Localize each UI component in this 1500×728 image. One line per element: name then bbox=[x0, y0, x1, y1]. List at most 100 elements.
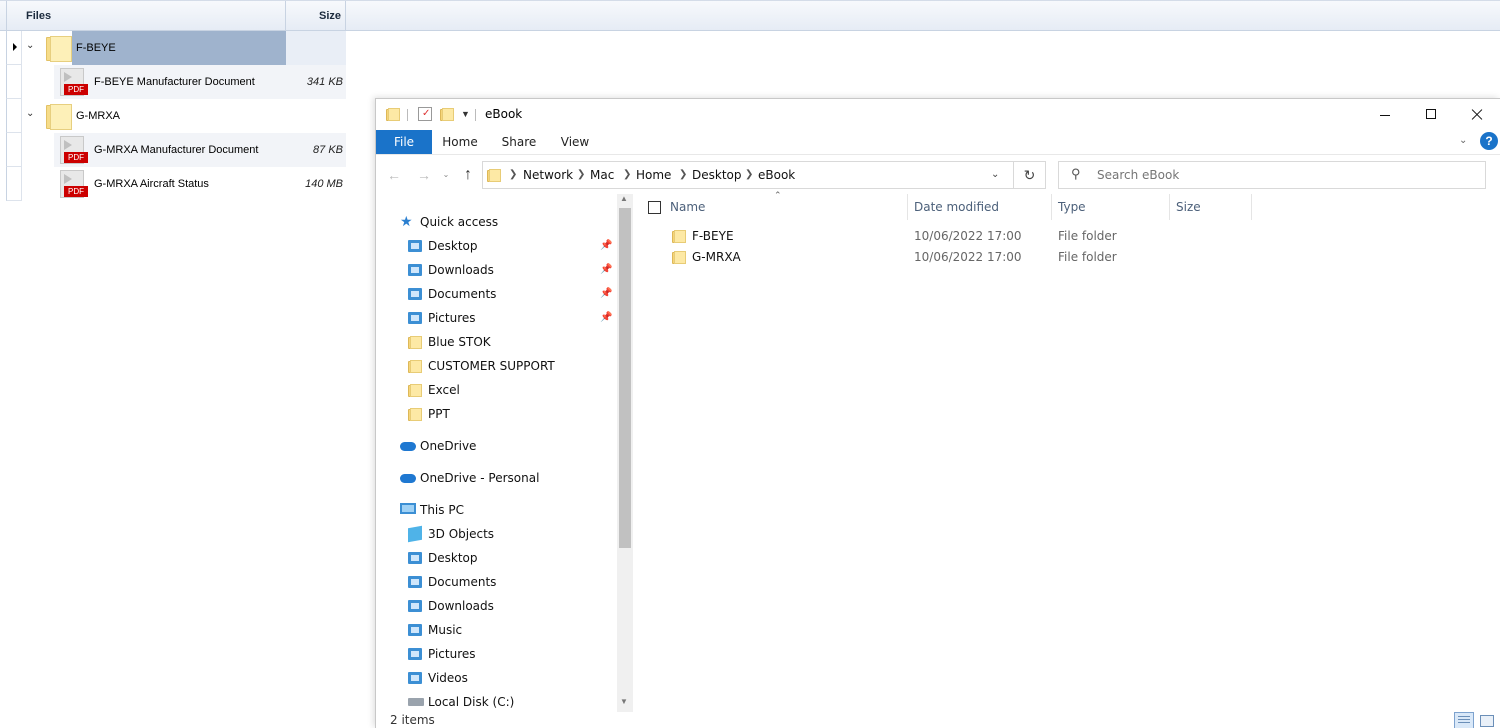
details-view-button[interactable] bbox=[1454, 712, 1474, 728]
file-list: ⌃ Name Date modified Type Size F-BEYE 10… bbox=[634, 190, 1500, 712]
breadcrumb-home[interactable]: Home bbox=[636, 162, 671, 188]
pin-icon[interactable]: 📌 bbox=[600, 282, 612, 306]
nav-label: Desktop bbox=[428, 239, 478, 253]
navigation-bar: ← ⌄ → ↑ ❯ Network ❯ Mac ❯ Home ❯ Desktop… bbox=[376, 154, 1500, 194]
divider bbox=[475, 109, 476, 121]
select-all-checkbox[interactable] bbox=[648, 201, 661, 214]
files-column-header[interactable]: Files bbox=[6, 1, 286, 31]
nav-label: Desktop bbox=[428, 551, 478, 565]
scrollbar-thumb[interactable] bbox=[619, 208, 631, 548]
pin-icon[interactable]: 📌 bbox=[600, 306, 612, 330]
customize-toolbar-chevron-icon[interactable]: ▼ bbox=[461, 109, 470, 119]
search-icon: ⚲ bbox=[1071, 166, 1081, 181]
column-header-type[interactable]: Type bbox=[1052, 194, 1170, 220]
desktop-icon bbox=[408, 552, 422, 564]
nav-label: Videos bbox=[428, 671, 468, 685]
nav-item-pictures[interactable]: Pictures 📌 bbox=[408, 306, 618, 330]
documents-icon bbox=[408, 288, 422, 300]
row-indicator bbox=[6, 31, 22, 65]
breadcrumb-desktop[interactable]: Desktop bbox=[692, 162, 742, 188]
folder-icon bbox=[44, 101, 74, 131]
refresh-icon: ↻ bbox=[1023, 167, 1036, 183]
nav-label: OneDrive bbox=[420, 439, 477, 453]
properties-icon[interactable]: ✓ bbox=[418, 107, 432, 121]
breadcrumb-mac[interactable]: Mac bbox=[590, 162, 614, 188]
column-header-name[interactable]: Name bbox=[664, 194, 908, 220]
nav-label: CUSTOMER SUPPORT bbox=[428, 359, 555, 373]
column-header-date-modified[interactable]: Date modified bbox=[908, 194, 1052, 220]
chevron-down-icon[interactable]: ⌄ bbox=[26, 109, 36, 119]
status-bar: 2 items bbox=[376, 712, 1500, 728]
chevron-down-icon[interactable]: ▼ bbox=[620, 697, 628, 706]
desktop-icon bbox=[408, 240, 422, 252]
file-row-f-beye[interactable]: F-BEYE 10/06/2022 17:00 File folder bbox=[664, 226, 1224, 247]
file-date: 10/06/2022 17:00 bbox=[914, 229, 1022, 243]
breadcrumb-ebook[interactable]: eBook bbox=[758, 162, 795, 188]
up-arrow-icon[interactable]: ↑ bbox=[458, 165, 478, 185]
recent-locations-chevron-icon[interactable]: ⌄ bbox=[436, 165, 456, 185]
tree-row-f-beye[interactable]: ⌄ F-BEYE bbox=[6, 31, 346, 65]
nav-label: This PC bbox=[420, 503, 464, 517]
refresh-button[interactable]: ↻ bbox=[1014, 161, 1046, 189]
current-row-arrow-icon bbox=[13, 43, 17, 51]
tab-file[interactable]: File bbox=[376, 130, 432, 154]
address-bar[interactable]: ❯ Network ❯ Mac ❯ Home ❯ Desktop ❯ eBook… bbox=[482, 161, 1014, 189]
folder-icon bbox=[672, 250, 686, 264]
breadcrumb-separator-icon[interactable]: ❯ bbox=[509, 162, 517, 188]
computer-icon bbox=[400, 503, 416, 514]
star-icon: ★ bbox=[400, 214, 413, 230]
breadcrumb-network[interactable]: Network bbox=[523, 162, 573, 188]
tree-file-label: G-MRXA Manufacturer Document bbox=[94, 144, 259, 156]
row-indicator bbox=[6, 133, 22, 167]
row-indicator bbox=[6, 65, 22, 99]
size-column-header[interactable]: Size bbox=[286, 1, 346, 31]
nav-label: Downloads bbox=[428, 599, 494, 613]
maximize-button[interactable] bbox=[1408, 99, 1454, 130]
nav-item-desktop[interactable]: Desktop 📌 bbox=[408, 234, 618, 258]
close-button[interactable] bbox=[1454, 99, 1500, 130]
tree-row-file[interactable]: PDF F-BEYE Manufacturer Document 341 KB bbox=[6, 65, 346, 99]
title-bar[interactable]: ✓ ▼ eBook bbox=[376, 99, 1500, 130]
nav-item-documents[interactable]: Documents 📌 bbox=[408, 282, 618, 306]
tab-home[interactable]: Home bbox=[434, 130, 486, 154]
cloud-icon bbox=[400, 474, 416, 483]
search-box[interactable]: ⚲ bbox=[1058, 161, 1486, 189]
tree-file-label: G-MRXA Aircraft Status bbox=[94, 178, 209, 190]
search-input[interactable] bbox=[1097, 162, 1477, 188]
pin-icon[interactable]: 📌 bbox=[600, 234, 612, 258]
forward-arrow-icon[interactable]: → bbox=[414, 165, 434, 185]
nav-item-downloads[interactable]: Downloads 📌 bbox=[408, 258, 618, 282]
tree-row-g-mrxa[interactable]: ⌄ G-MRXA bbox=[6, 99, 346, 133]
minimize-button[interactable] bbox=[1362, 99, 1408, 130]
chevron-up-icon[interactable]: ▲ bbox=[620, 194, 628, 203]
nav-label: Music bbox=[428, 623, 463, 637]
ribbon-tabs: File Home Share View ⌄ ? bbox=[376, 130, 1500, 154]
breadcrumb-separator-icon[interactable]: ❯ bbox=[577, 162, 585, 188]
breadcrumb-separator-icon[interactable]: ❯ bbox=[623, 162, 631, 188]
breadcrumb-separator-icon[interactable]: ❯ bbox=[745, 162, 753, 188]
new-folder-icon[interactable] bbox=[440, 107, 454, 121]
tree-folder-label: G-MRXA bbox=[76, 110, 120, 122]
large-icons-view-button[interactable] bbox=[1477, 712, 1497, 728]
3d-objects-icon bbox=[408, 525, 422, 543]
tree-row-file[interactable]: PDF G-MRXA Aircraft Status 140 MB bbox=[6, 167, 346, 201]
chevron-down-icon[interactable]: ⌄ bbox=[991, 162, 999, 188]
back-arrow-icon[interactable]: ← bbox=[384, 165, 404, 185]
nav-label: Pictures bbox=[428, 311, 476, 325]
nav-label: Downloads bbox=[428, 263, 494, 277]
nav-label: Documents bbox=[428, 575, 497, 589]
tree-row-file[interactable]: PDF G-MRXA Manufacturer Document 87 KB bbox=[6, 133, 346, 167]
expand-ribbon-chevron-icon[interactable]: ⌄ bbox=[1459, 135, 1471, 147]
cloud-icon bbox=[400, 442, 416, 451]
column-header-size[interactable]: Size bbox=[1170, 194, 1252, 220]
pin-icon[interactable]: 📌 bbox=[600, 258, 612, 282]
chevron-down-icon[interactable]: ⌄ bbox=[26, 41, 36, 51]
pdf-icon: PDF bbox=[58, 170, 88, 200]
pictures-icon bbox=[408, 312, 422, 324]
breadcrumb-separator-icon[interactable]: ❯ bbox=[679, 162, 687, 188]
help-icon[interactable]: ? bbox=[1480, 132, 1498, 150]
tab-view[interactable]: View bbox=[552, 130, 598, 154]
file-row-g-mrxa[interactable]: G-MRXA 10/06/2022 17:00 File folder bbox=[664, 247, 1224, 268]
nav-scrollbar[interactable]: ▲ ▼ bbox=[617, 194, 633, 712]
tab-share[interactable]: Share bbox=[494, 130, 544, 154]
